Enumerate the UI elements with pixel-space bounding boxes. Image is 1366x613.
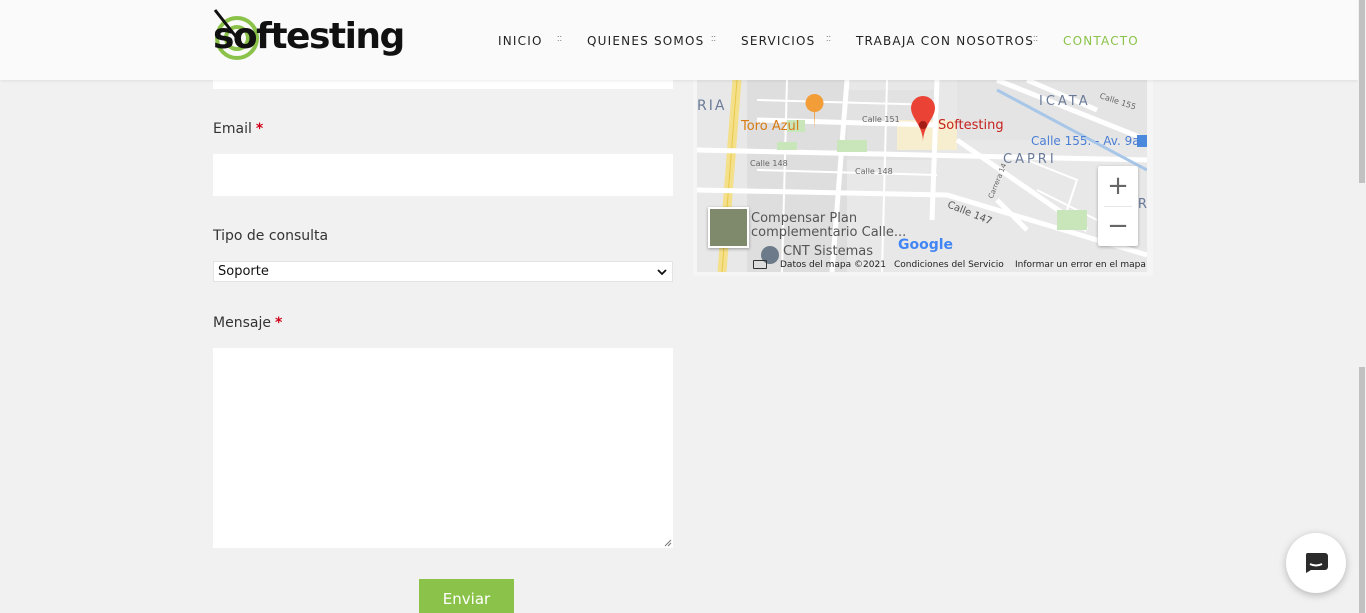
keyboard-icon[interactable] [753,260,767,269]
zoom-in-button[interactable]: + [1098,166,1138,206]
nav-contacto[interactable]: CONTACTO [1063,34,1139,48]
map-report-link[interactable]: Informar un error en el mapa [1015,260,1146,270]
nav-quienes-somos[interactable]: QUIENES SOMOS [587,34,704,48]
enviar-button[interactable]: Enviar [419,579,514,613]
chevron-down-icon [657,268,667,275]
map-label-icata: ICATA [1039,94,1091,109]
satellite-toggle[interactable] [708,207,749,248]
nav-inicio[interactable]: INICIO [498,34,543,48]
map-terms-link[interactable]: Condiciones del Servicio [894,260,1004,270]
tipo-consulta-label: Tipo de consulta [213,228,329,244]
google-logo: Google [898,237,954,253]
map-footer: Datos del mapa ©2021 Condiciones del Ser… [697,258,1147,272]
mensaje-label: Mensaje * [213,315,283,331]
map-data-credit: Datos del mapa ©2021 [780,260,886,270]
chat-launcher-button[interactable] [1286,533,1346,593]
softesting-logo[interactable]: softesting [213,8,405,62]
map-street-148a: Calle 148 [750,159,788,168]
required-mark: * [255,121,264,137]
map-label-compensar-2: complementario Calle... [751,225,907,240]
map-label-softesting: Softesting [938,118,1004,133]
map-street-148b: Calle 148 [855,167,893,176]
map-label-ria: RIA [697,98,727,114]
chat-bubble-icon [1305,553,1328,573]
scrollbar-track-upper [1359,0,1365,183]
zoom-out-button[interactable]: − [1098,206,1138,246]
map-label-cnt: CNT Sistemas [783,244,874,259]
nav-servicios[interactable]: SERVICIOS [741,34,815,48]
scrollbar-thumb[interactable] [1359,367,1365,613]
map-label-station: Calle 155. - Av. 9a. [1031,134,1144,148]
google-map[interactable]: RIA Toro Azul Softesting Calle 151 Calle… [697,80,1147,272]
page-scrollbar[interactable] [1358,0,1366,613]
map-label-capri: CAPRI [1003,152,1057,167]
tipo-consulta-select[interactable]: Soporte [213,261,673,282]
tipo-consulta-value: Soporte [218,264,269,279]
nav-trabaja-con-nosotros[interactable]: TRABAJA CON NOSOTROS [856,34,1034,48]
required-mark: * [274,315,283,331]
site-header: softesting INICIO :: QUIENES SOMOS :: SE… [0,0,1358,80]
nav-separator: :: [826,33,832,43]
zoom-controls: + − [1098,166,1138,246]
nav-separator: :: [1033,33,1039,43]
resize-handle-icon[interactable] [664,539,672,547]
nav-separator: :: [557,33,563,43]
mensaje-textarea[interactable] [213,348,673,548]
email-field[interactable] [213,154,673,196]
nav-separator: :: [711,33,717,43]
map-label-restaurant: Toro Azul [741,119,800,134]
map-street-151: Calle 151 [862,115,900,124]
map-label-compensar: Compensar Plan [751,211,858,226]
email-label: Email * [213,121,264,137]
logo-text: softesting [213,16,405,57]
